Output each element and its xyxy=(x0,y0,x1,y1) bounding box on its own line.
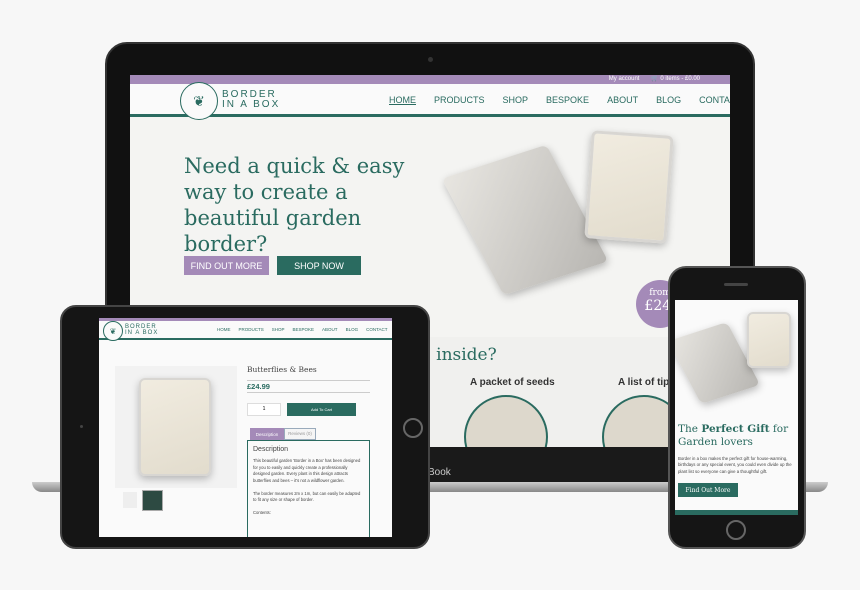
product-image-tin-lid xyxy=(747,312,791,368)
shop-now-button[interactable]: SHOP NOW xyxy=(277,256,361,275)
nav-contact[interactable]: CONTACT xyxy=(366,327,387,332)
nav-home[interactable]: HOME xyxy=(389,95,416,105)
cart-link[interactable]: 0 items - £0.00 xyxy=(660,76,700,82)
product-tin xyxy=(139,378,211,476)
my-account-link[interactable]: My account xyxy=(609,76,640,82)
add-to-cart-button[interactable]: Add To Cart xyxy=(287,403,356,416)
description-panel: Description This beautiful garden 'Borde… xyxy=(247,440,370,537)
phone-home-button[interactable] xyxy=(726,520,746,540)
product-price: £24.99 xyxy=(247,380,370,393)
butterfly-icon[interactable]: ❦ xyxy=(180,82,218,120)
product-title: Butterflies & Bees xyxy=(247,365,317,374)
tablet-home-button[interactable] xyxy=(403,418,423,438)
find-out-more-button[interactable]: FIND OUT MORE xyxy=(184,256,269,275)
footer-bar xyxy=(675,510,798,515)
butterfly-icon[interactable]: ❦ xyxy=(103,321,123,341)
nav-home[interactable]: HOME xyxy=(217,327,231,332)
laptop-brand-label: Book xyxy=(428,467,451,478)
product-image-tin-lid xyxy=(584,130,674,244)
section-title: s inside? xyxy=(422,345,497,365)
nav-products[interactable]: PRODUCTS xyxy=(434,95,485,105)
logo[interactable]: BORDER IN A BOX xyxy=(222,90,280,110)
tablet-screen: ❦ BORDER IN A BOX HOME PRODUCTS SHOP BESP… xyxy=(99,318,392,537)
product-image xyxy=(115,366,237,488)
nav-shop[interactable]: SHOP xyxy=(503,95,529,105)
top-bar: My account 🛒 0 items - £0.00 xyxy=(130,75,730,84)
description-text: Contents: xyxy=(253,510,271,515)
feature-tips: A list of tips xyxy=(618,377,675,388)
nav-bespoke[interactable]: BESPOKE xyxy=(546,95,589,105)
nav-shop[interactable]: SHOP xyxy=(272,327,285,332)
tab-reviews[interactable]: Reviews (0) xyxy=(284,428,316,440)
site-header: ❦ BORDER IN A BOX HOME PRODUCTS SHOP BESP… xyxy=(99,321,392,341)
tablet-camera xyxy=(80,425,83,428)
product-image-open-tin xyxy=(441,144,609,296)
camera xyxy=(428,57,433,62)
find-out-more-button[interactable]: Find Out More xyxy=(678,483,738,497)
nav-products[interactable]: PRODUCTS xyxy=(239,327,264,332)
thumbnail-2[interactable] xyxy=(142,490,163,511)
phone-body-text: Border in a box makes the perfect gift f… xyxy=(678,456,792,474)
hero-headline: Need a quick & easy way to create a beau… xyxy=(184,154,405,256)
nav-blog[interactable]: BLOG xyxy=(346,327,359,332)
site-header: ❦ BORDER IN A BOX HOME PRODUCTS SHOP BESP… xyxy=(130,82,730,120)
thumbnail-1[interactable] xyxy=(123,492,137,508)
phone-headline: The Perfect Gift for Garden lovers xyxy=(678,423,789,448)
nav-about[interactable]: ABOUT xyxy=(322,327,338,332)
nav-blog[interactable]: BLOG xyxy=(656,95,681,105)
quantity-input[interactable]: 1 xyxy=(247,403,281,416)
main-nav: HOME PRODUCTS SHOP BESPOKE ABOUT BLOG CO… xyxy=(217,327,388,332)
seeds-image xyxy=(464,395,548,447)
description-text: The border measures 2m x 1m, but can eas… xyxy=(253,490,361,503)
cart-icon[interactable]: 🛒 xyxy=(651,76,658,82)
description-heading: Description xyxy=(253,446,289,453)
main-nav: HOME PRODUCTS SHOP BESPOKE ABOUT BLOG CO… xyxy=(389,95,730,105)
phone-speaker xyxy=(724,283,748,286)
description-text: This beautiful garden 'Border in a Box' … xyxy=(253,458,361,483)
phone-screen: The Perfect Gift for Garden lovers Borde… xyxy=(675,300,798,515)
nav-about[interactable]: ABOUT xyxy=(607,95,638,105)
tab-description[interactable]: Description xyxy=(250,428,284,440)
feature-seeds: A packet of seeds xyxy=(470,377,555,388)
nav-contact[interactable]: CONTACT xyxy=(699,95,730,105)
nav-bespoke[interactable]: BESPOKE xyxy=(293,327,315,332)
logo[interactable]: BORDER IN A BOX xyxy=(125,324,158,336)
